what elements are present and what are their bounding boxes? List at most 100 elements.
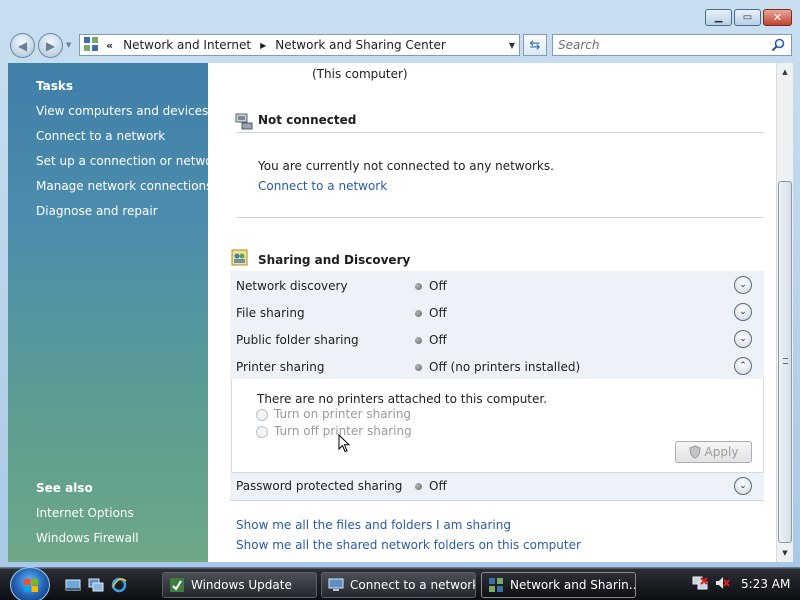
network-sharing-center-icon (489, 578, 503, 592)
switch-windows-icon[interactable] (88, 577, 104, 593)
expand-public-folder-sharing-button[interactable]: ⌄ (734, 330, 752, 348)
status-dot-icon (415, 309, 422, 317)
breadcrumb-network-and-internet[interactable]: Network and Internet (123, 38, 251, 52)
taskbar-connect-to-a-network[interactable]: Connect to a network (321, 572, 476, 598)
notification-area (692, 575, 730, 591)
chevron-down-icon: ⌄ (739, 280, 747, 290)
start-button[interactable] (10, 567, 50, 600)
chevron-up-icon: ⌃ (739, 361, 747, 371)
sharing-icon (231, 249, 248, 266)
chevron-down-icon: ⌄ (739, 481, 747, 491)
taskbar-network-and-sharing-center[interactable]: Network and Sharin... (481, 572, 636, 598)
see-also-windows-firewall[interactable]: Windows Firewall (36, 531, 139, 545)
search-input[interactable] (553, 35, 763, 55)
row-label: Printer sharing (236, 360, 325, 374)
expand-file-sharing-button[interactable]: ⌄ (734, 303, 752, 321)
windows-update-icon (170, 578, 184, 592)
apply-button[interactable]: Apply (675, 441, 752, 463)
back-arrow-icon: ◀ (17, 38, 28, 53)
uac-shield-icon (689, 445, 701, 459)
status-dot-icon (415, 482, 422, 490)
taskbar-button-label: Network and Sharin... (510, 578, 636, 592)
collapse-printer-sharing-button[interactable]: ⌃ (734, 357, 752, 375)
refresh-button[interactable]: ⇆ (523, 34, 547, 56)
status-value: Off (415, 479, 447, 493)
sharing-row-file-sharing[interactable] (230, 298, 764, 325)
scroll-up-icon[interactable]: ▲ (777, 64, 793, 80)
maximize-icon: ▭ (742, 11, 753, 23)
network-status-message: You are currently not connected to any n… (258, 159, 554, 173)
radio-icon (256, 425, 268, 438)
task-connect-to-a-network[interactable]: Connect to a network (36, 129, 165, 143)
status-text: Off (no printers installed) (429, 360, 581, 374)
network-status-title: Not connected (258, 113, 357, 127)
scroll-down-icon[interactable]: ▼ (777, 545, 793, 561)
chevron-down-icon: ⌄ (739, 334, 747, 344)
status-dot-icon (415, 336, 422, 344)
status-text: Off (429, 279, 447, 293)
minimize-icon: ▁ (714, 11, 723, 23)
address-row: ◀ ▶ ▼ « Network and Internet ▶ Network a… (0, 30, 800, 62)
turn-on-printer-sharing-radio[interactable]: Turn on printer sharing (256, 407, 411, 421)
mouse-cursor-icon (338, 434, 350, 453)
taskbar-button-label: Connect to a network (350, 578, 476, 592)
back-button[interactable]: ◀ (10, 33, 35, 58)
expand-network-discovery-button[interactable]: ⌄ (734, 276, 752, 294)
network-adapter-icon (235, 113, 253, 130)
row-label: Password protected sharing (236, 479, 403, 493)
chevron-down-icon: ⌄ (739, 307, 747, 317)
task-pane: Tasks View computers and devices Connect… (8, 63, 224, 562)
internet-explorer-icon[interactable] (111, 577, 127, 593)
status-value: Off (415, 306, 447, 320)
row-label: Public folder sharing (236, 333, 359, 347)
task-diagnose-and-repair[interactable]: Diagnose and repair (36, 204, 158, 218)
status-text: Off (429, 479, 447, 493)
divider (236, 132, 764, 133)
divider (236, 217, 764, 218)
refresh-icon: ⇆ (529, 37, 541, 53)
task-view-computers-and-devices[interactable]: View computers and devices (36, 104, 208, 118)
this-computer-label: (This computer) (312, 67, 408, 81)
turn-off-printer-sharing-radio[interactable]: Turn off printer sharing (256, 424, 412, 438)
recent-pages-dropdown-icon[interactable]: ▼ (66, 41, 71, 49)
status-value: Off (415, 333, 447, 347)
show-shared-files-link[interactable]: Show me all the files and folders I am s… (236, 518, 511, 532)
show-shared-network-folders-link[interactable]: Show me all the shared network folders o… (236, 538, 581, 552)
task-manage-network-connections[interactable]: Manage network connections (36, 179, 212, 193)
network-disconnected-icon[interactable] (692, 575, 708, 591)
connect-network-icon (328, 578, 344, 591)
see-also-heading: See also (36, 481, 93, 495)
breadcrumb-network-and-sharing-center[interactable]: Network and Sharing Center (275, 38, 446, 52)
breadcrumb-overflow[interactable]: « (106, 39, 113, 52)
taskbar-clock[interactable]: 5:23 AM (741, 577, 790, 591)
address-dropdown-icon[interactable]: ▼ (509, 41, 515, 50)
row-label: File sharing (236, 306, 305, 320)
expand-password-protected-sharing-button[interactable]: ⌄ (734, 477, 752, 495)
show-desktop-icon[interactable] (65, 577, 81, 593)
see-also-internet-options[interactable]: Internet Options (36, 506, 134, 520)
search-box (552, 34, 792, 56)
close-button[interactable]: ✕ (763, 9, 792, 26)
address-bar[interactable]: « Network and Internet ▶ Network and Sha… (79, 34, 520, 56)
vertical-scrollbar[interactable]: ▲ ▼ (776, 63, 793, 562)
title-bar[interactable]: ▁ ▭ ✕ (0, 0, 800, 30)
scroll-thumb[interactable] (778, 181, 792, 543)
apply-label: Apply (704, 445, 739, 459)
grip-icon (783, 358, 788, 364)
search-icon[interactable] (771, 38, 785, 52)
minimize-button[interactable]: ▁ (705, 9, 732, 26)
breadcrumb-separator-icon[interactable]: ▶ (260, 41, 266, 50)
main-content: (This computer) Not connected You are cu… (208, 63, 776, 562)
connect-to-network-link[interactable]: Connect to a network (258, 179, 387, 193)
taskbar-windows-update[interactable]: Windows Update (162, 572, 317, 598)
status-value: Off (no printers installed) (415, 360, 580, 374)
volume-muted-icon[interactable] (714, 575, 730, 591)
maximize-button[interactable]: ▭ (734, 9, 761, 26)
forward-button[interactable]: ▶ (38, 33, 63, 58)
row-label: Network discovery (236, 279, 348, 293)
task-set-up-a-connection[interactable]: Set up a connection or network (36, 154, 224, 168)
radio-label: Turn on printer sharing (274, 407, 412, 421)
status-text: Off (429, 306, 447, 320)
tasks-heading: Tasks (36, 79, 74, 93)
network-folder-icon (84, 37, 100, 53)
